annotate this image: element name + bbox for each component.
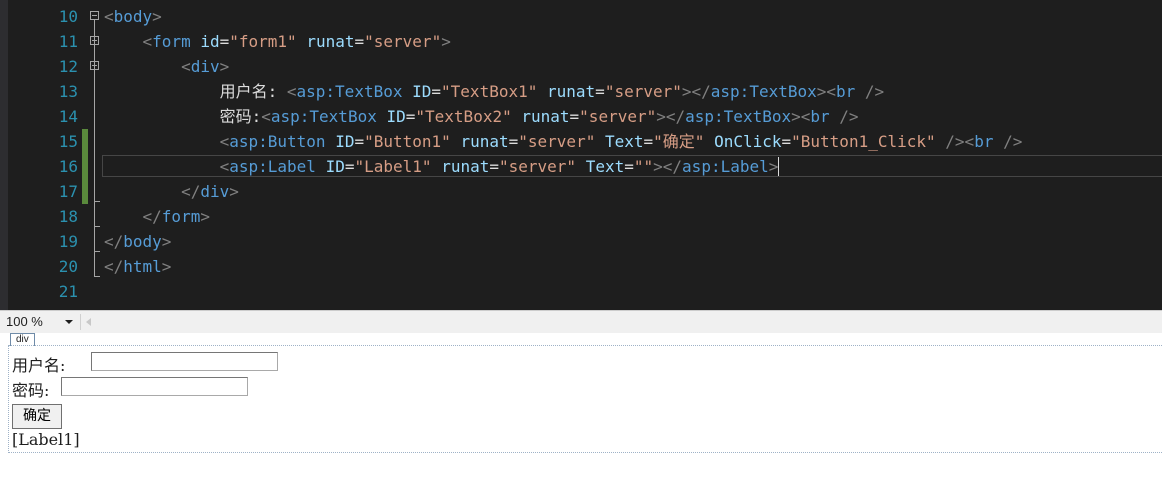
- chevron-down-icon[interactable]: [65, 320, 73, 324]
- line-number: 20: [58, 257, 78, 276]
- code-line-18[interactable]: 18 </form>: [0, 204, 1162, 229]
- line-number: 12: [58, 57, 78, 76]
- code-line-16[interactable]: 16 <asp:Label ID="Label1" runat="server"…: [0, 154, 1162, 179]
- collapse-icon[interactable]: [90, 36, 99, 45]
- editor-status-bar: 100 %: [0, 310, 1162, 333]
- code-line-11[interactable]: 11 <form id="form1" runat="server">: [0, 29, 1162, 54]
- line-number: 16: [58, 157, 78, 176]
- confirm-button[interactable]: 确定: [12, 404, 62, 429]
- scroll-left-icon[interactable]: [86, 318, 91, 326]
- line-number: 13: [58, 82, 78, 101]
- code-editor[interactable]: 10 <body> 11 <form id="form1" runat="ser…: [0, 0, 1162, 310]
- code-line-17[interactable]: 17 </div>: [0, 179, 1162, 204]
- line-number: 18: [58, 207, 78, 226]
- zoom-level: 100 %: [6, 314, 43, 329]
- design-view[interactable]: div 用户名: 密码: 确定 [Label1]: [0, 333, 1162, 478]
- password-label: 密码:: [12, 381, 50, 400]
- line-number: 21: [58, 282, 78, 301]
- password-textbox[interactable]: [61, 377, 248, 396]
- label1-placeholder: [Label1]: [12, 430, 80, 449]
- divider: [80, 314, 81, 330]
- code-line-19[interactable]: 19 </body>: [0, 229, 1162, 254]
- line-number: 19: [58, 232, 78, 251]
- line-number: 14: [58, 107, 78, 126]
- collapse-icon[interactable]: [90, 11, 99, 20]
- text-cursor: [778, 157, 780, 176]
- username-label: 用户名:: [12, 356, 66, 375]
- line-number: 15: [58, 132, 78, 151]
- collapse-icon[interactable]: [90, 61, 99, 70]
- line-number: 10: [58, 7, 78, 26]
- line-number: 11: [58, 32, 78, 51]
- code-line-12[interactable]: 12 <div>: [0, 54, 1162, 79]
- code-line-15[interactable]: 15 <asp:Button ID="Button1" runat="serve…: [0, 129, 1162, 154]
- zoom-dropdown[interactable]: 100 %: [3, 313, 77, 331]
- code-line-21[interactable]: 21: [0, 279, 1162, 304]
- line-number: 17: [58, 182, 78, 201]
- code-line-14[interactable]: 14 密码:<asp:TextBox ID="TextBox2" runat="…: [0, 104, 1162, 129]
- username-textbox[interactable]: [91, 352, 278, 371]
- code-line-13[interactable]: 13 用户名: <asp:TextBox ID="TextBox1" runat…: [0, 79, 1162, 104]
- code-line-10[interactable]: 10 <body>: [0, 4, 1162, 29]
- code-line-20[interactable]: 20 </html>: [0, 254, 1162, 279]
